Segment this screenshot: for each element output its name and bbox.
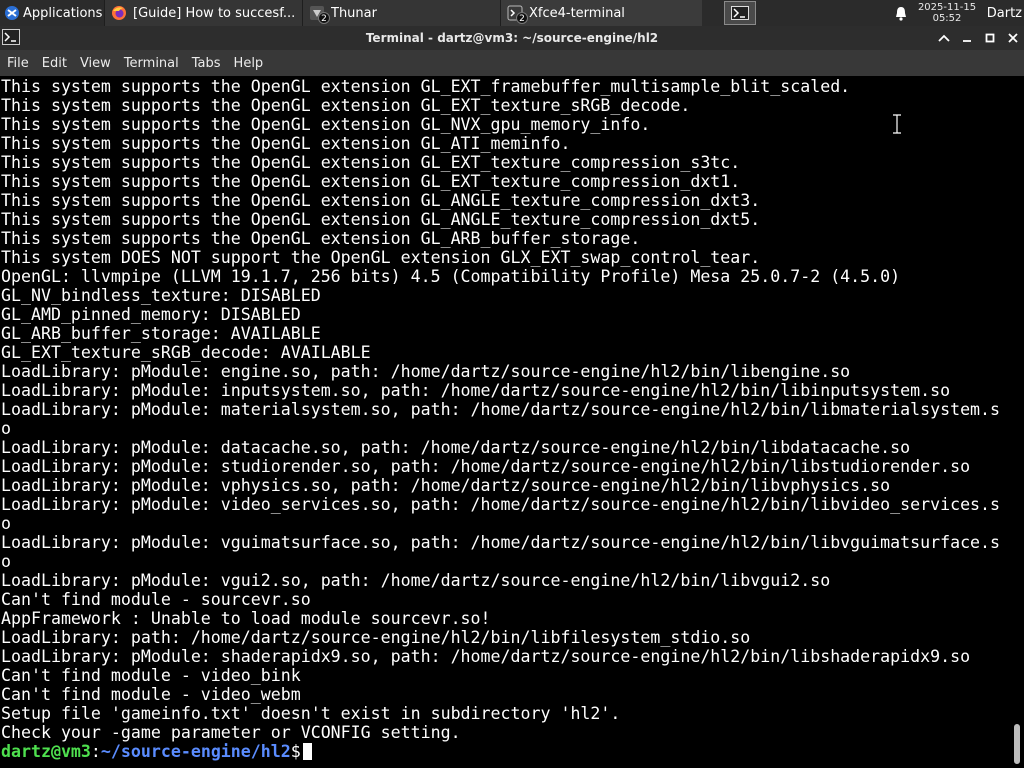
- menu-terminal[interactable]: Terminal: [118, 56, 185, 71]
- terminal-line: GL_ARB_buffer_storage: AVAILABLE: [1, 324, 321, 343]
- terminal-line: LoadLibrary: pModule: vguimatsurface.so,…: [1, 533, 1001, 552]
- taskbar-item-terminal[interactable]: 2 Xfce4-terminal: [500, 0, 702, 26]
- terminal-line: GL_AMD_pinned_memory: DISABLED: [1, 305, 301, 324]
- terminal-line: This system supports the OpenGL extensio…: [1, 172, 741, 191]
- minimize-button[interactable]: [955, 26, 978, 50]
- terminal-line: o: [1, 514, 11, 533]
- close-button[interactable]: [1001, 26, 1024, 50]
- terminal-launcher-button[interactable]: [724, 1, 756, 25]
- terminal-line: LoadLibrary: pModule: shaderapidx9.so, p…: [1, 647, 971, 666]
- prompt-path: ~/source-engine/hl2: [100, 742, 291, 761]
- terminal-scrollbar[interactable]: [1010, 76, 1024, 768]
- menu-tabs[interactable]: Tabs: [186, 56, 227, 71]
- maximize-button[interactable]: [978, 26, 1001, 50]
- terminal-line: This system supports the OpenGL extensio…: [1, 153, 741, 172]
- close-icon: [1007, 33, 1018, 43]
- clock-time: 05:52: [932, 13, 962, 24]
- firefox-icon: [112, 6, 126, 20]
- terminal-line: LoadLibrary: pModule: datacache.so, path…: [1, 438, 911, 457]
- taskbar-item-label: Thunar: [331, 5, 377, 21]
- terminal-prompt-line[interactable]: dartz@vm3:~/source-engine/hl2$: [1, 742, 1009, 761]
- terminal-line: LoadLibrary: pModule: studiorender.so, p…: [1, 457, 971, 476]
- terminal-line: LoadLibrary: pModule: materialsystem.so,…: [1, 400, 1001, 419]
- bell-icon: [896, 6, 906, 21]
- menu-file[interactable]: File: [1, 56, 35, 71]
- terminal-line: This system supports the OpenGL extensio…: [1, 191, 761, 210]
- applications-label: Applications: [23, 5, 103, 21]
- terminal-line: This system supports the OpenGL extensio…: [1, 115, 651, 134]
- terminal-prompt-icon: [731, 6, 749, 20]
- notifications-button[interactable]: [890, 6, 912, 21]
- terminal-output[interactable]: This system supports the OpenGL extensio…: [0, 76, 1010, 768]
- taskbar-item-thunar[interactable]: 2 Thunar: [302, 0, 500, 26]
- xfce-logo-icon: [5, 6, 19, 20]
- taskbar-item-label: [Guide] How to succesf...: [133, 5, 296, 21]
- terminal-line: LoadLibrary: pModule: video_services.so,…: [1, 495, 1001, 514]
- taskbar-item-label: Xfce4-terminal: [529, 5, 625, 21]
- menu-edit[interactable]: Edit: [36, 56, 73, 71]
- menu-view[interactable]: View: [74, 56, 117, 71]
- maximize-icon: [985, 33, 994, 43]
- window-controls: [932, 26, 1024, 50]
- terminal-line: o: [1, 419, 11, 438]
- menubar: File Edit View Terminal Tabs Help: [0, 50, 1024, 76]
- shade-button[interactable]: [932, 26, 955, 50]
- terminal-line: GL_NV_bindless_texture: DISABLED: [1, 286, 321, 305]
- window-title: Terminal - dartz@vm3: ~/source-engine/hl…: [365, 31, 659, 45]
- clock-date: 2025-11-15: [917, 2, 977, 13]
- prompt-user-host: dartz@vm3: [1, 742, 91, 761]
- window-count-badge: 2: [516, 12, 528, 24]
- desktop-screen: Applications [Guide] How to succesf... 2…: [0, 0, 1024, 768]
- terminal-line: OpenGL: llvmpipe (LLVM 19.1.7, 256 bits)…: [1, 267, 901, 286]
- terminal-line: This system supports the OpenGL extensio…: [1, 77, 851, 96]
- prompt-symbol: $: [290, 742, 301, 761]
- prompt-separator: :: [90, 742, 101, 761]
- top-panel: Applications [Guide] How to succesf... 2…: [0, 0, 1024, 26]
- terminal-line: GL_EXT_texture_sRGB_decode: AVAILABLE: [1, 343, 371, 362]
- terminal-line: Check your -game parameter or VCONFIG se…: [1, 723, 461, 742]
- terminal-line: LoadLibrary: pModule: vgui2.so, path: /h…: [1, 571, 831, 590]
- window-titlebar[interactable]: Terminal - dartz@vm3: ~/source-engine/hl…: [0, 26, 1024, 50]
- terminal-line: This system supports the OpenGL extensio…: [1, 134, 571, 153]
- ibeam-cursor-icon: [893, 114, 901, 134]
- terminal-line: This system supports the OpenGL extensio…: [1, 96, 691, 115]
- terminal-line: This system supports the OpenGL extensio…: [1, 229, 641, 248]
- terminal-line: Can't find module - video_bink: [1, 666, 301, 685]
- terminal-line: o: [1, 552, 11, 571]
- chevron-up-icon: [937, 34, 950, 42]
- window-count-badge: 2: [318, 12, 330, 24]
- terminal-line: This system DOES NOT support the OpenGL …: [1, 248, 761, 267]
- menu-help[interactable]: Help: [228, 56, 270, 71]
- user-menu-button[interactable]: Dartz: [982, 6, 1024, 21]
- taskbar-item-firefox[interactable]: [Guide] How to succesf...: [104, 0, 302, 26]
- terminal-line: Setup file 'gameinfo.txt' doesn't exist …: [1, 704, 621, 723]
- minimize-icon: [962, 40, 971, 42]
- terminal-line: AppFramework : Unable to load module sou…: [1, 609, 491, 628]
- terminal-line: LoadLibrary: pModule: inputsystem.so, pa…: [1, 381, 951, 400]
- terminal-line: Can't find module - sourcevr.so: [1, 590, 311, 609]
- terminal-line: Can't find module - video_webm: [1, 685, 301, 704]
- applications-menu-button[interactable]: Applications: [0, 0, 104, 26]
- terminal-line: LoadLibrary: pModule: engine.so, path: /…: [1, 362, 851, 381]
- terminal-line: LoadLibrary: pModule: vphysics.so, path:…: [1, 476, 891, 495]
- terminal-line: LoadLibrary: path: /home/dartz/source-en…: [1, 628, 751, 647]
- panel-clock[interactable]: 2025-11-15 05:52: [912, 2, 982, 24]
- terminal-line: This system supports the OpenGL extensio…: [1, 210, 761, 229]
- text-cursor: [302, 743, 312, 760]
- scrollbar-thumb[interactable]: [1014, 724, 1020, 764]
